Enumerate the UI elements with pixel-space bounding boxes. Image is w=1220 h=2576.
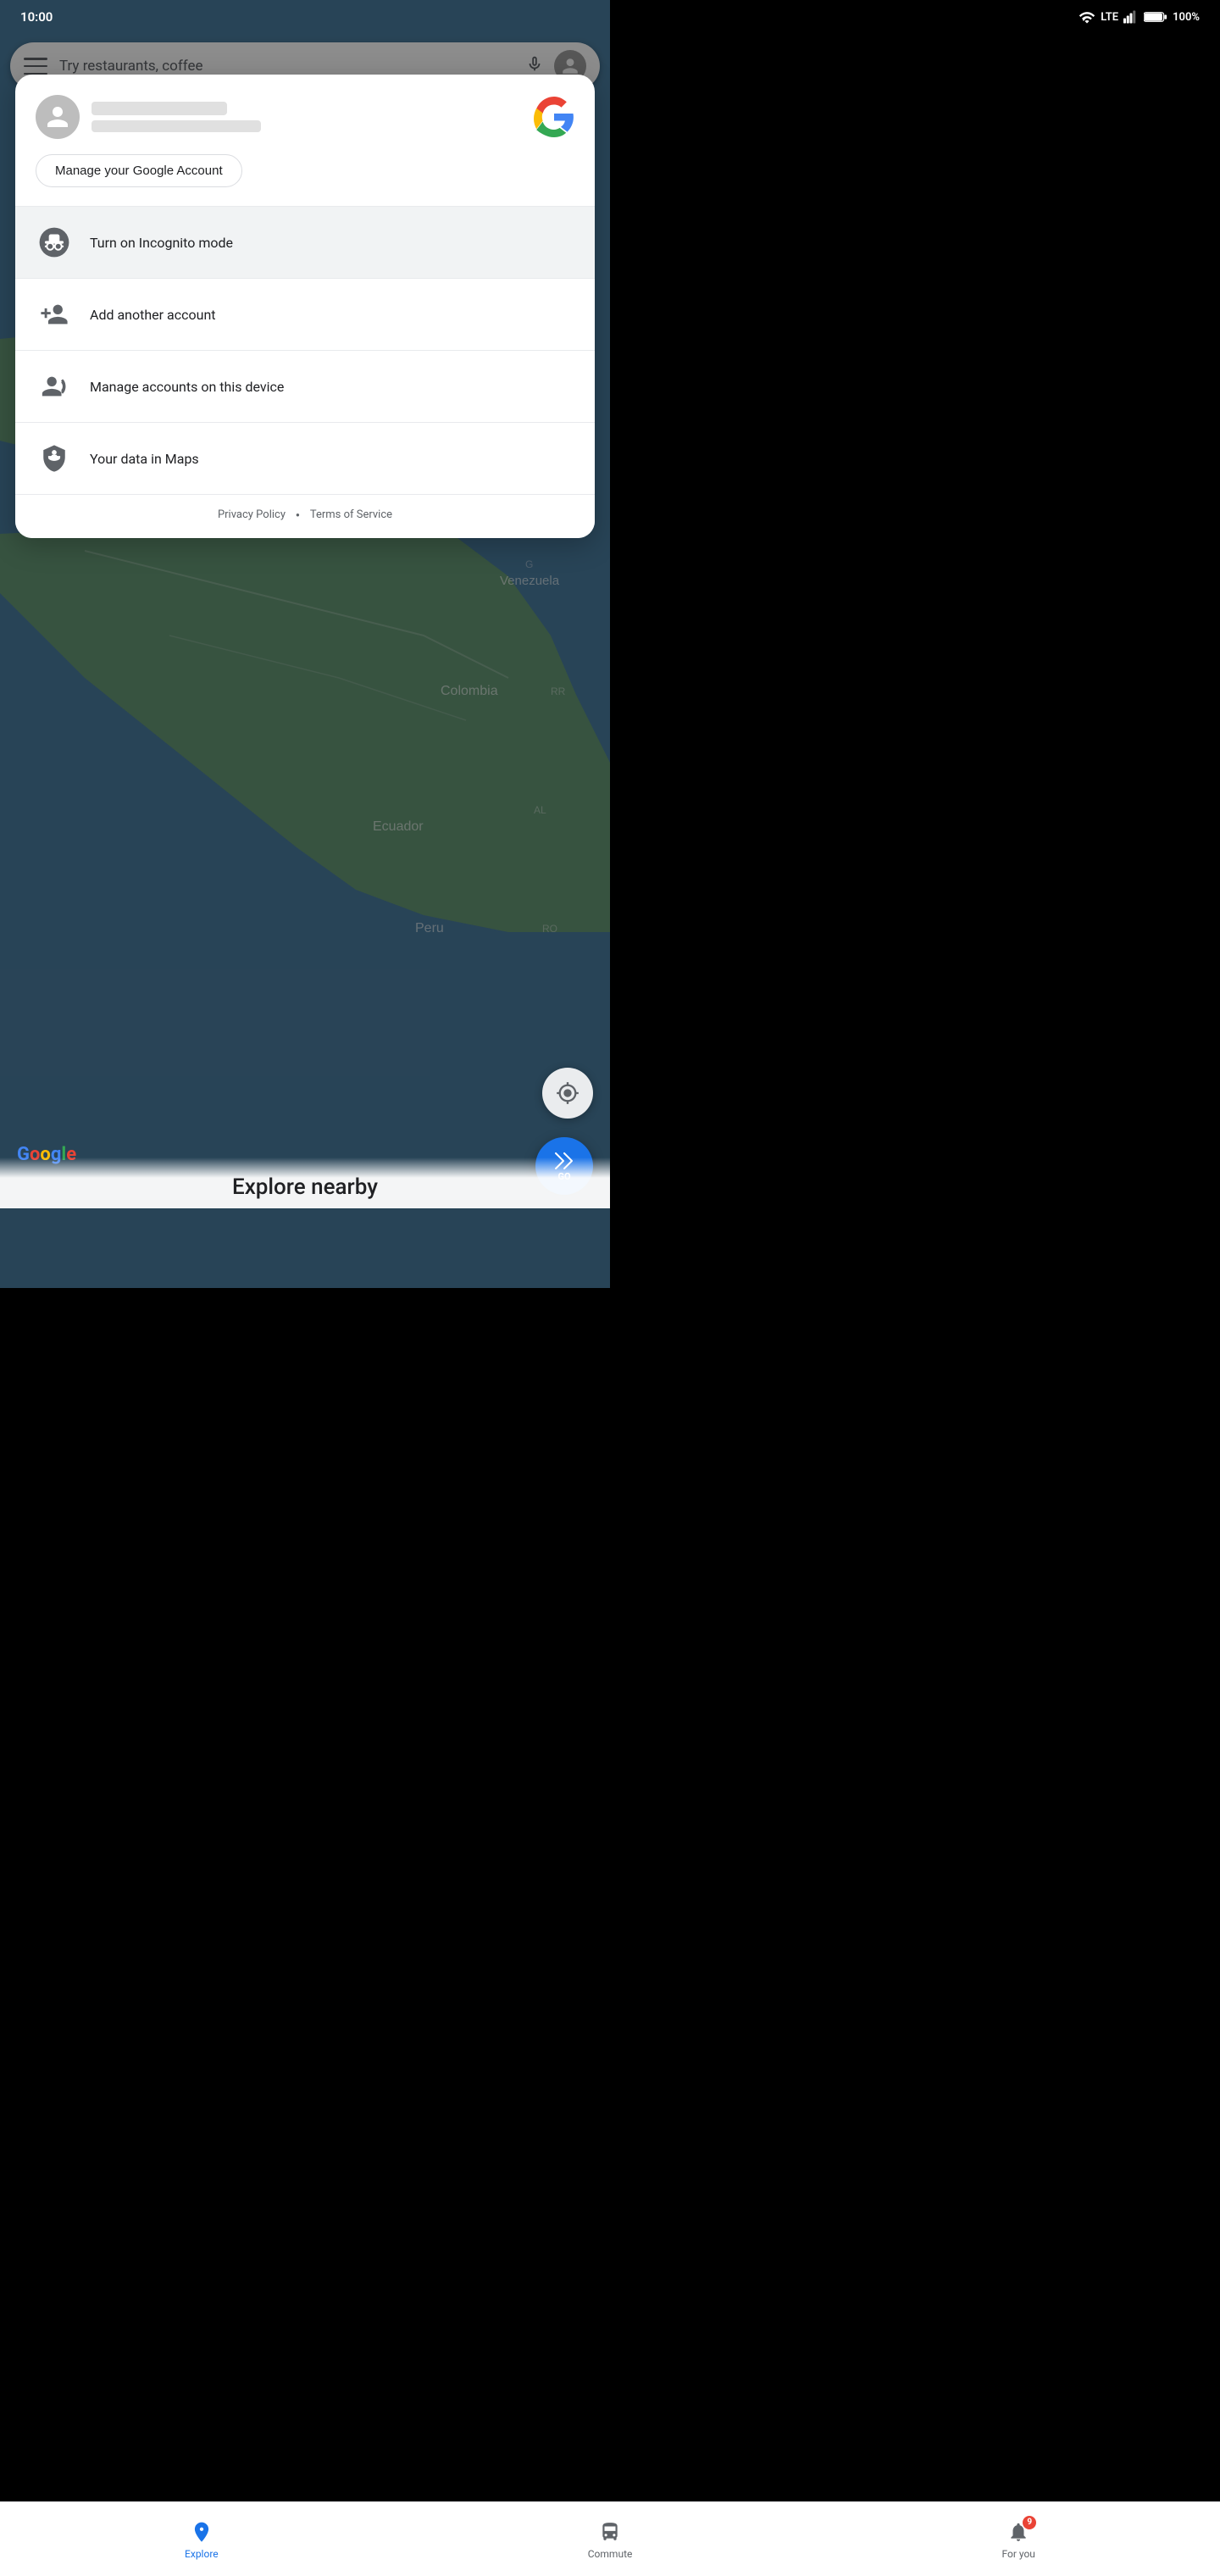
terms-of-service-link[interactable]: Terms of Service [310, 508, 392, 521]
avatar [36, 95, 80, 139]
incognito-mode-item[interactable]: Turn on Incognito mode [15, 207, 595, 278]
add-account-icon-wrap [36, 296, 73, 333]
for-you-label: For you [1001, 2548, 1034, 2560]
status-icons: LTE 100% [1079, 10, 1200, 24]
user-email-redacted [92, 120, 261, 132]
manage-google-account-button[interactable]: Manage your Google Account [36, 154, 242, 187]
manage-accounts-icon [40, 372, 69, 401]
bottom-nav: Explore Commute 9 For you [0, 2501, 1220, 2576]
locate-fab[interactable] [542, 1068, 593, 1119]
google-logo [534, 97, 574, 137]
status-time: 10:00 [20, 9, 53, 25]
battery-label: 100% [1173, 11, 1200, 24]
shield-icon [40, 444, 69, 473]
lte-label: LTE [1101, 11, 1118, 24]
account-modal: Manage your Google Account Turn on Incog… [15, 75, 595, 538]
nav-explore[interactable]: Explore [164, 2512, 239, 2567]
manage-accounts-icon-wrap [36, 368, 73, 405]
incognito-icon-wrap [36, 224, 73, 261]
manage-accounts-label: Manage accounts on this device [90, 379, 284, 395]
commute-label: Commute [588, 2548, 633, 2560]
user-name-block [92, 102, 261, 132]
data-maps-item[interactable]: Your data in Maps [15, 423, 595, 494]
privacy-row: Privacy Policy ● Terms of Service [15, 495, 595, 538]
add-account-icon [40, 300, 69, 329]
explore-label: Explore [185, 2548, 219, 2560]
locate-icon [556, 1081, 580, 1105]
add-account-item[interactable]: Add another account [15, 279, 595, 350]
commute-icon [597, 2519, 623, 2545]
data-maps-icon-wrap [36, 440, 73, 477]
battery-icon [1144, 11, 1167, 23]
manage-btn-wrap: Manage your Google Account [15, 154, 595, 206]
explore-nearby-title: Explore nearby [232, 1174, 378, 1200]
user-name-redacted [92, 102, 227, 115]
add-account-label: Add another account [90, 307, 216, 323]
dot-separator: ● [296, 511, 300, 519]
privacy-policy-link[interactable]: Privacy Policy [218, 508, 286, 521]
incognito-icon [38, 226, 70, 258]
for-you-badge: 9 [1023, 2516, 1036, 2529]
manage-accounts-item[interactable]: Manage accounts on this device [15, 351, 595, 422]
nav-for-you[interactable]: 9 For you [981, 2512, 1055, 2567]
user-info [36, 95, 261, 139]
data-maps-label: Your data in Maps [90, 451, 199, 467]
wifi-icon [1079, 10, 1095, 24]
incognito-label: Turn on Incognito mode [90, 235, 233, 251]
modal-header [15, 75, 595, 154]
explore-icon [189, 2519, 214, 2545]
nav-commute[interactable]: Commute [568, 2512, 653, 2567]
status-bar: 10:00 LTE 100% [0, 0, 1220, 34]
signal-icon [1123, 10, 1139, 24]
